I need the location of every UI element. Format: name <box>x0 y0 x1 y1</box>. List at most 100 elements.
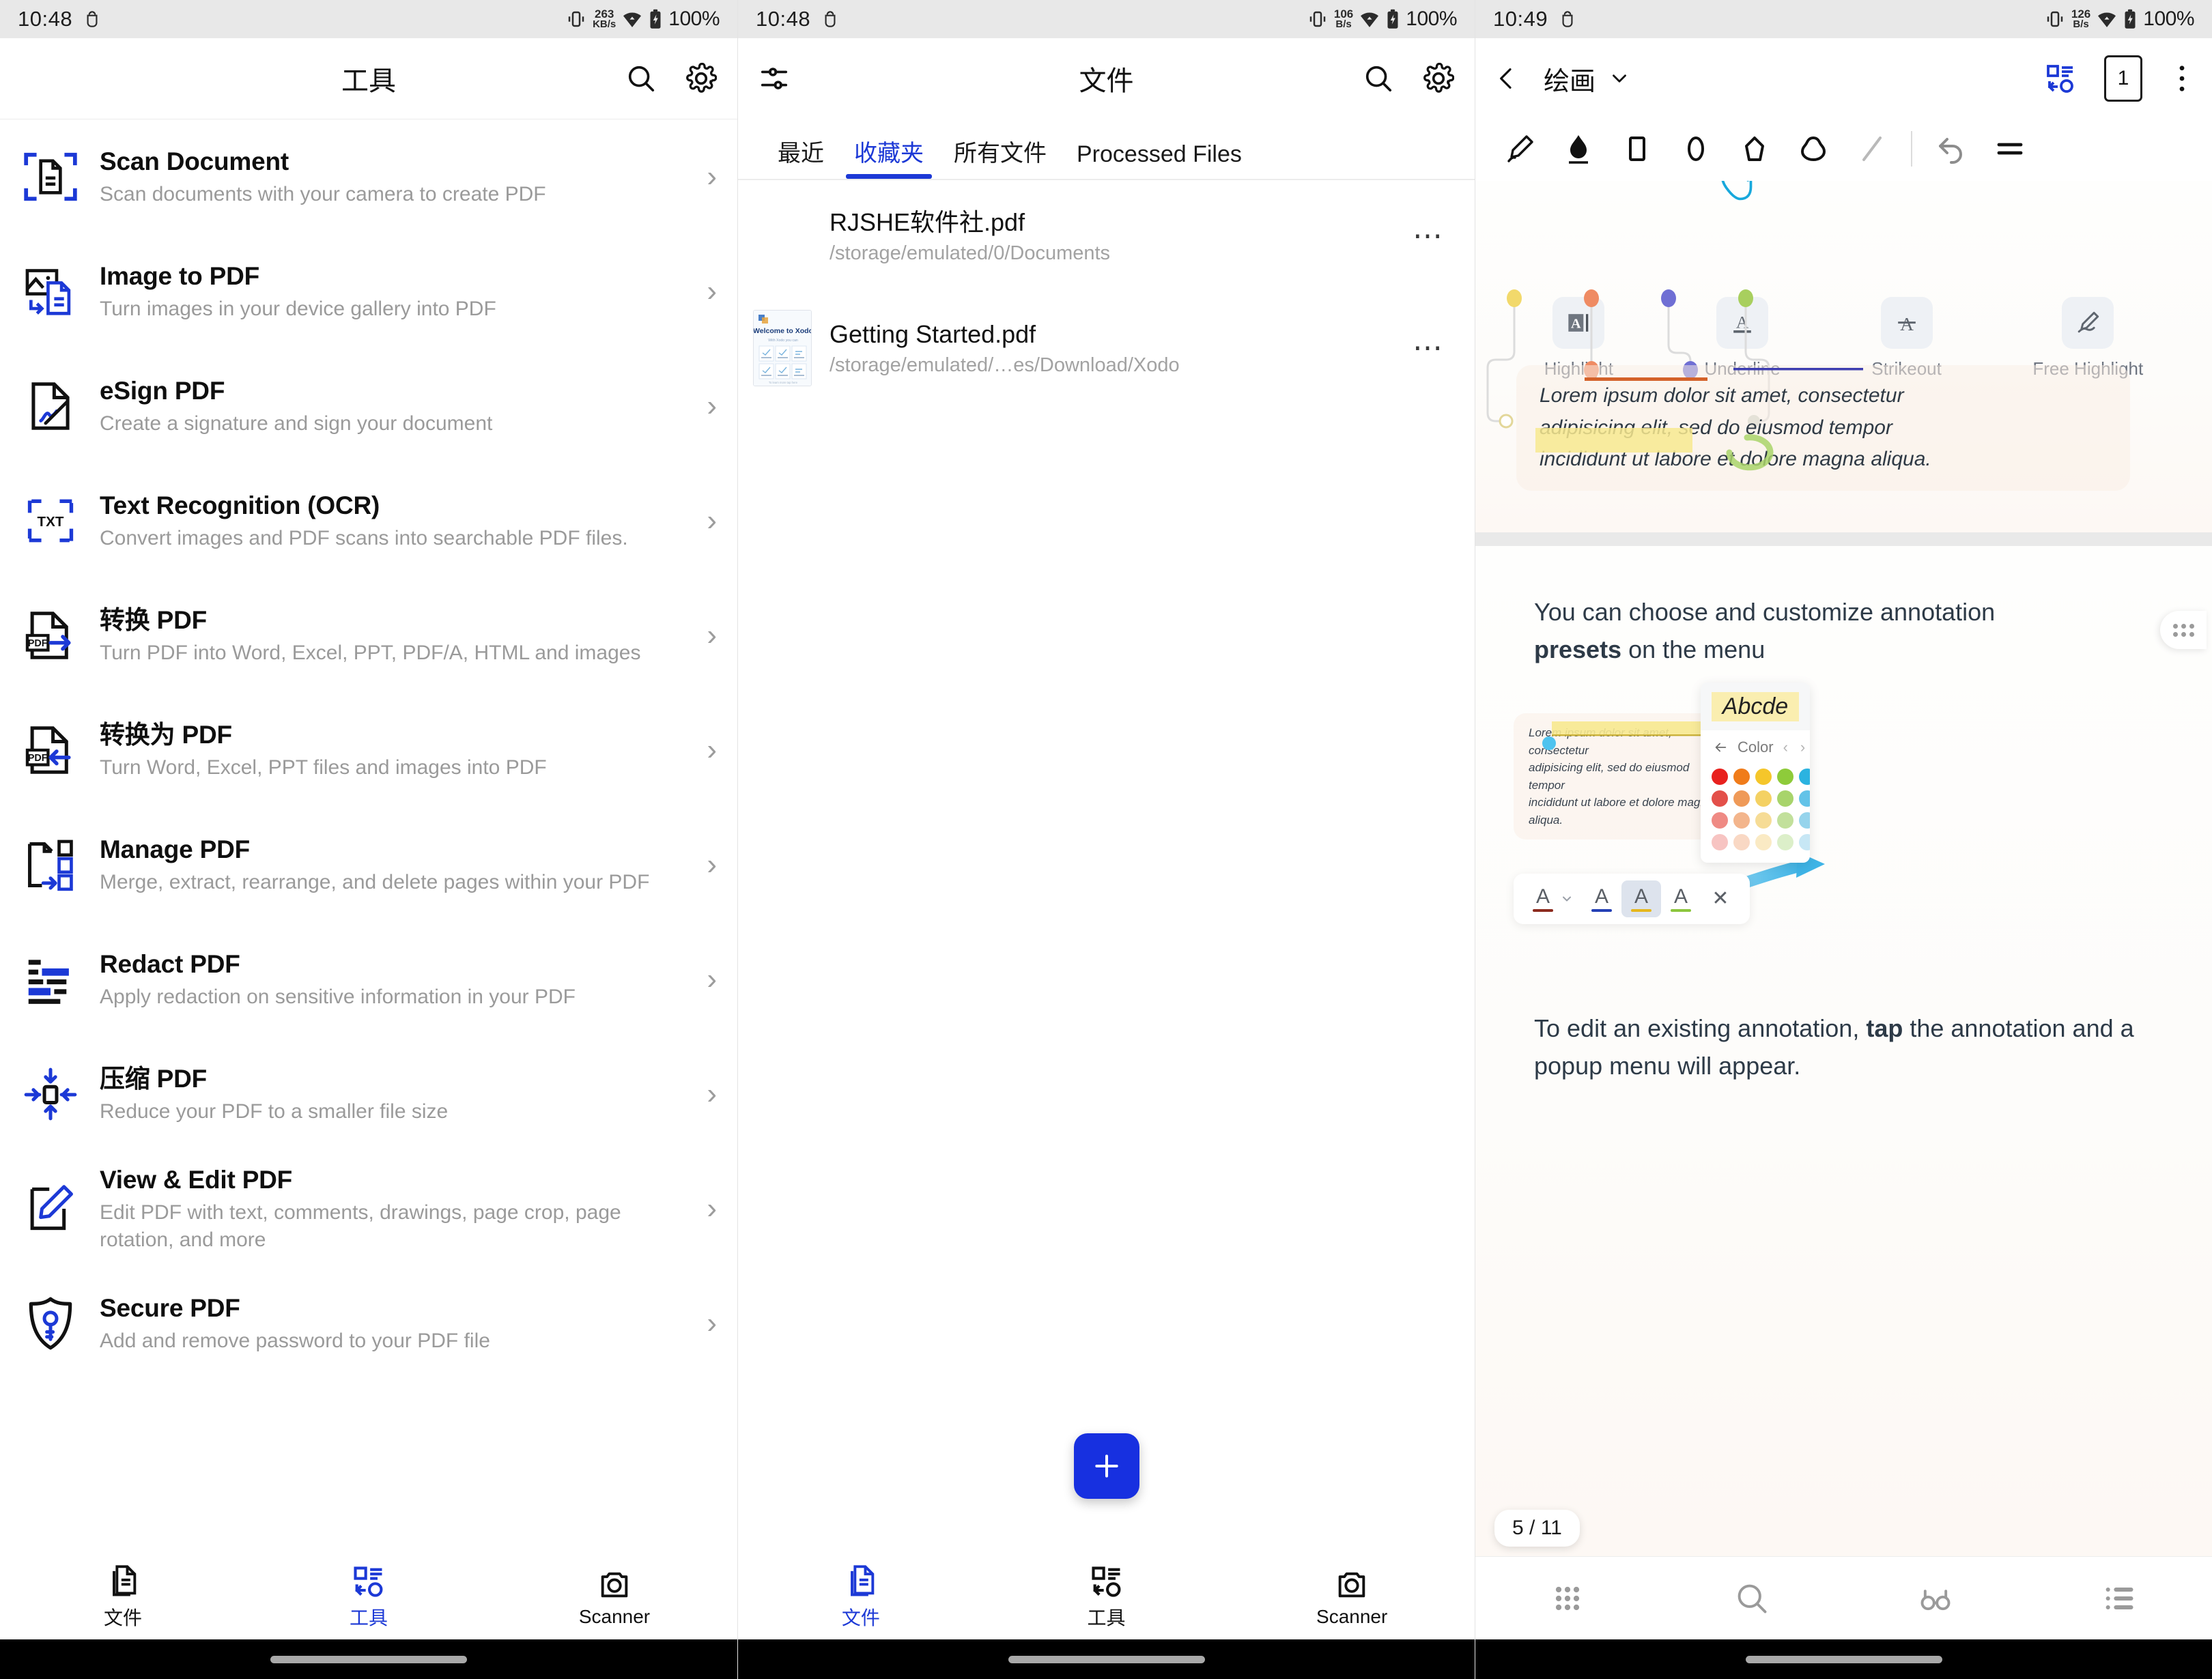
grip-dots-icon <box>2173 624 2194 637</box>
network-speed: 263 KB/s <box>593 9 616 29</box>
preset-style-green[interactable]: A <box>1661 880 1701 917</box>
preset-style-red[interactable]: A <box>1523 880 1563 917</box>
gesture-handle[interactable] <box>1746 1656 1942 1663</box>
bottom-nav-files: 文件 工具 Scanner <box>738 1555 1475 1639</box>
ellipse-icon[interactable] <box>1667 132 1725 165</box>
tool-item-compress-pdf[interactable]: 压缩 PDF Reduce your PDF to a smaller file… <box>0 1037 737 1151</box>
system-nav-bar <box>0 1639 737 1679</box>
highlighter-icon[interactable] <box>1549 132 1608 165</box>
preset-style-yellow[interactable]: A <box>1621 880 1661 917</box>
tools-icon[interactable] <box>2044 62 2077 95</box>
color-preview: Abcde <box>1701 683 1810 730</box>
chevron-right-icon: › <box>703 1308 717 1338</box>
tool-subtitle: Scan documents with your camera to creat… <box>100 181 692 208</box>
chevron-right-icon: › <box>703 1194 717 1224</box>
files-tabs: 最近 收藏夹 所有文件 Processed Files <box>738 119 1475 179</box>
polygon-icon[interactable] <box>1725 132 1784 165</box>
pen-icon[interactable] <box>1490 132 1549 165</box>
tool-item-convert-from-pdf[interactable]: PDF 转换 PDF Turn PDF into Word, Excel, PP… <box>0 578 737 693</box>
pdf-viewer-area[interactable]: A Highlight A Underline A S <box>1475 181 2212 1556</box>
next-page-icon[interactable]: › <box>1800 738 1805 756</box>
camera-icon <box>597 1566 632 1602</box>
file-list-item[interactable]: RJSHE软件社.pdf /storage/emulated/0/Documen… <box>738 180 1475 292</box>
undo-icon[interactable] <box>1922 132 1981 165</box>
tool-item-manage-pdf[interactable]: Manage PDF Merge, extract, rearrange, an… <box>0 807 737 922</box>
overflow-menu-icon[interactable] <box>2170 63 2194 94</box>
color-swatch <box>1799 790 1810 807</box>
file-list-item[interactable]: Welcome to Xodo With Xodo you can <box>738 292 1475 404</box>
search-button[interactable] <box>1660 1581 1844 1616</box>
gear-icon[interactable] <box>1423 63 1454 94</box>
drag-handle-grip[interactable] <box>2160 611 2207 649</box>
bottom-nav-scanner[interactable]: Scanner <box>1229 1566 1475 1628</box>
android-bug-icon <box>1559 9 1576 29</box>
tool-item-image-to-pdf[interactable]: Image to PDF Turn images in your device … <box>0 234 737 349</box>
bottom-nav-documents[interactable]: 文件 <box>0 1564 246 1631</box>
file-overflow-menu-icon[interactable]: ⋯ <box>1403 341 1454 356</box>
bottom-nav-tools[interactable]: 工具 <box>984 1564 1230 1631</box>
redact-pdf-icon <box>18 947 83 1012</box>
prev-page-icon[interactable]: ‹ <box>1783 738 1788 756</box>
bottom-nav-tools: 文件 工具 Scanner <box>0 1555 737 1639</box>
compress-pdf-icon <box>18 1061 83 1127</box>
file-thumbnail-placeholder <box>753 198 812 274</box>
android-bug-icon <box>83 9 101 29</box>
annotation-mode-label[interactable]: 绘画 <box>1544 60 1596 98</box>
tool-item-convert-to-pdf[interactable]: PDF 转换为 PDF Turn Word, Excel, PPT files … <box>0 693 737 807</box>
page-count-badge[interactable]: 1 <box>2104 55 2142 102</box>
tab-all-files[interactable]: 所有文件 <box>939 134 1062 179</box>
outline-button[interactable] <box>2028 1581 2212 1616</box>
cloud-icon[interactable] <box>1784 132 1843 165</box>
back-arrow-icon[interactable] <box>1493 65 1520 92</box>
search-icon[interactable] <box>1363 63 1394 94</box>
chevron-right-icon: › <box>703 391 717 421</box>
sample-annotation-box: Lorem ipsum dolor sit amet, consectetur … <box>1516 365 2130 491</box>
gear-icon[interactable] <box>685 63 717 94</box>
mini-line-3: incididunt ut labore et dolore magna ali… <box>1529 794 1724 829</box>
search-icon[interactable] <box>625 63 657 94</box>
status-bar-viewer: 10:49 126 B/s 100% <box>1475 0 2212 38</box>
tool-item-esign-pdf[interactable]: eSign PDF Create a signature and sign yo… <box>0 349 737 463</box>
gesture-handle[interactable] <box>270 1656 467 1663</box>
close-icon[interactable]: ✕ <box>1701 880 1740 917</box>
tool-subtitle: Turn PDF into Word, Excel, PPT, PDF/A, H… <box>100 640 692 667</box>
tool-item-redact-pdf[interactable]: Redact PDF Apply redaction on sensitive … <box>0 922 737 1037</box>
tool-item-scan-document[interactable]: Scan Document Scan documents with your c… <box>0 119 737 234</box>
filter-sliders-icon[interactable] <box>758 63 790 94</box>
tool-item-ocr[interactable]: TXT Text Recognition (OCR) Convert image… <box>0 463 737 578</box>
tab-recent[interactable]: 最近 <box>763 134 839 179</box>
tools-list[interactable]: Scan Document Scan documents with your c… <box>0 119 737 1532</box>
hand-gesture-icon <box>1711 181 1764 218</box>
battery-percent: 100% <box>2143 8 2194 31</box>
color-swatch <box>1733 812 1750 829</box>
bottom-nav-documents[interactable]: 文件 <box>738 1564 984 1631</box>
thumbnails-button[interactable] <box>1475 1581 1660 1616</box>
tools-appbar: 工具 <box>0 38 737 119</box>
thickness-icon[interactable] <box>1981 132 2039 165</box>
file-path: /storage/emulated/0/Documents <box>830 242 1403 265</box>
tool-item-view-edit-pdf[interactable]: View & Edit PDF Edit PDF with text, comm… <box>0 1151 737 1266</box>
reading-mode-button[interactable] <box>1844 1581 2028 1616</box>
gesture-handle[interactable] <box>1008 1656 1205 1663</box>
preset-style-blue[interactable]: A <box>1582 880 1621 917</box>
file-name: Getting Started.pdf <box>830 319 1403 349</box>
rectangle-icon[interactable] <box>1608 132 1667 165</box>
chevron-down-icon[interactable] <box>1608 67 1631 90</box>
tools-icon <box>351 1564 386 1599</box>
tool-item-secure-pdf[interactable]: Secure PDF Add and remove password to yo… <box>0 1266 737 1381</box>
file-thumbnail: Welcome to Xodo With Xodo you can <box>753 310 812 386</box>
tab-favorites[interactable]: 收藏夹 <box>839 134 939 179</box>
color-swatch-grid[interactable] <box>1701 764 1810 863</box>
bottom-nav-tools[interactable]: 工具 <box>246 1564 492 1631</box>
tab-processed-files[interactable]: Processed Files <box>1062 141 1257 179</box>
back-arrow-icon[interactable] <box>1713 740 1728 755</box>
color-preview-text: Abcde <box>1712 692 1799 721</box>
highlight-icon: A <box>1552 297 1604 349</box>
bottom-nav-scanner[interactable]: Scanner <box>492 1566 737 1628</box>
battery-icon <box>1386 9 1400 29</box>
line-icon[interactable] <box>1843 132 1901 165</box>
add-file-fab[interactable] <box>1074 1433 1139 1499</box>
file-overflow-menu-icon[interactable]: ⋯ <box>1403 229 1454 244</box>
battery-icon <box>649 9 662 29</box>
status-time: 10:48 <box>756 7 810 31</box>
